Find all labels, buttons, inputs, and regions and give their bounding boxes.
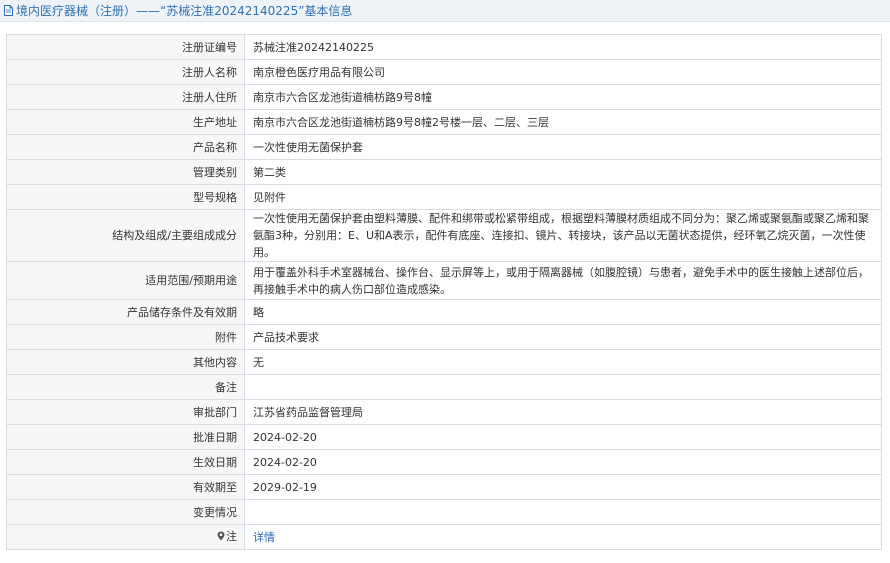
row-value: 南京市六合区龙池街道楠枋路9号8幢	[244, 84, 882, 110]
table-row: 附件 产品技术要求	[6, 324, 882, 350]
document-icon	[4, 5, 13, 16]
row-value	[244, 374, 882, 400]
row-label: 型号规格	[6, 184, 245, 210]
table-row: 型号规格 见附件	[6, 184, 882, 210]
row-value: 2024-02-20	[244, 424, 882, 450]
row-label: 批准日期	[6, 424, 245, 450]
row-value: 苏械注准20242140225	[244, 34, 882, 60]
row-label: 其他内容	[6, 349, 245, 375]
row-label: 适用范围/预期用途	[6, 261, 245, 300]
row-label: 注册人名称	[6, 59, 245, 85]
table-row: 审批部门 江苏省药品监督管理局	[6, 399, 882, 425]
table-row: 备注	[6, 374, 882, 400]
table-row: 有效期至 2029-02-19	[6, 474, 882, 500]
table-row: 适用范围/预期用途 用于覆盖外科手术室器械台、操作台、显示屏等上，或用于隔离器械…	[6, 261, 882, 300]
row-label: 产品储存条件及有效期	[6, 299, 245, 325]
row-value: 南京市六合区龙池街道楠枋路9号8幢2号楼一层、二层、三层	[244, 109, 882, 135]
row-value: 见附件	[244, 184, 882, 210]
table-row: 变更情况	[6, 499, 882, 525]
row-label: 产品名称	[6, 134, 245, 160]
row-label: 注册证编号	[6, 34, 245, 60]
table-row: 生产地址 南京市六合区龙池街道楠枋路9号8幢2号楼一层、二层、三层	[6, 109, 882, 135]
row-label: 注册人住所	[6, 84, 245, 110]
table-row: 产品名称 一次性使用无菌保护套	[6, 134, 882, 160]
row-value	[244, 499, 882, 525]
row-label: 审批部门	[6, 399, 245, 425]
info-table: 注册证编号 苏械注准20242140225 注册人名称 南京橙色医疗用品有限公司…	[6, 34, 882, 550]
row-label: 变更情况	[6, 499, 245, 525]
row-value: 一次性使用无菌保护套由塑料薄膜、配件和绑带或松紧带组成，根据塑料薄膜材质组成不同…	[244, 209, 882, 262]
row-value: 用于覆盖外科手术室器械台、操作台、显示屏等上，或用于隔离器械（如腹腔镜）与患者，…	[244, 261, 882, 300]
row-label: 生效日期	[6, 449, 245, 475]
table-row: 生效日期 2024-02-20	[6, 449, 882, 475]
map-pin-icon	[217, 529, 225, 546]
row-value: 略	[244, 299, 882, 325]
row-label: 结构及组成/主要组成成分	[6, 209, 245, 262]
note-label-cell: 注	[6, 524, 245, 550]
row-label: 有效期至	[6, 474, 245, 500]
row-value: 一次性使用无菌保护套	[244, 134, 882, 160]
row-label: 管理类别	[6, 159, 245, 185]
row-value: 南京橙色医疗用品有限公司	[244, 59, 882, 85]
table-row: 其他内容 无	[6, 349, 882, 375]
table-row: 注册人名称 南京橙色医疗用品有限公司	[6, 59, 882, 85]
table-row: 注册人住所 南京市六合区龙池街道楠枋路9号8幢	[6, 84, 882, 110]
table-row: 产品储存条件及有效期 略	[6, 299, 882, 325]
note-value-cell: 详情	[244, 524, 882, 550]
note-row: 注 详情	[6, 524, 882, 550]
row-value: 江苏省药品监督管理局	[244, 399, 882, 425]
table-row: 批准日期 2024-02-20	[6, 424, 882, 450]
row-value: 无	[244, 349, 882, 375]
row-label: 附件	[6, 324, 245, 350]
row-label: 备注	[6, 374, 245, 400]
table-row: 管理类别 第二类	[6, 159, 882, 185]
row-label: 生产地址	[6, 109, 245, 135]
table-row: 结构及组成/主要组成成分 一次性使用无菌保护套由塑料薄膜、配件和绑带或松紧带组成…	[6, 209, 882, 262]
row-value: 2029-02-19	[244, 474, 882, 500]
table-row: 注册证编号 苏械注准20242140225	[6, 34, 882, 60]
row-value: 2024-02-20	[244, 449, 882, 475]
row-value: 第二类	[244, 159, 882, 185]
note-label: 注	[226, 530, 237, 543]
page-header: 境内医疗器械（注册）——“苏械注准20242140225”基本信息	[0, 0, 890, 22]
row-value: 产品技术要求	[244, 324, 882, 350]
details-link[interactable]: 详情	[253, 531, 275, 544]
page-title: 境内医疗器械（注册）——“苏械注准20242140225”基本信息	[16, 4, 353, 18]
